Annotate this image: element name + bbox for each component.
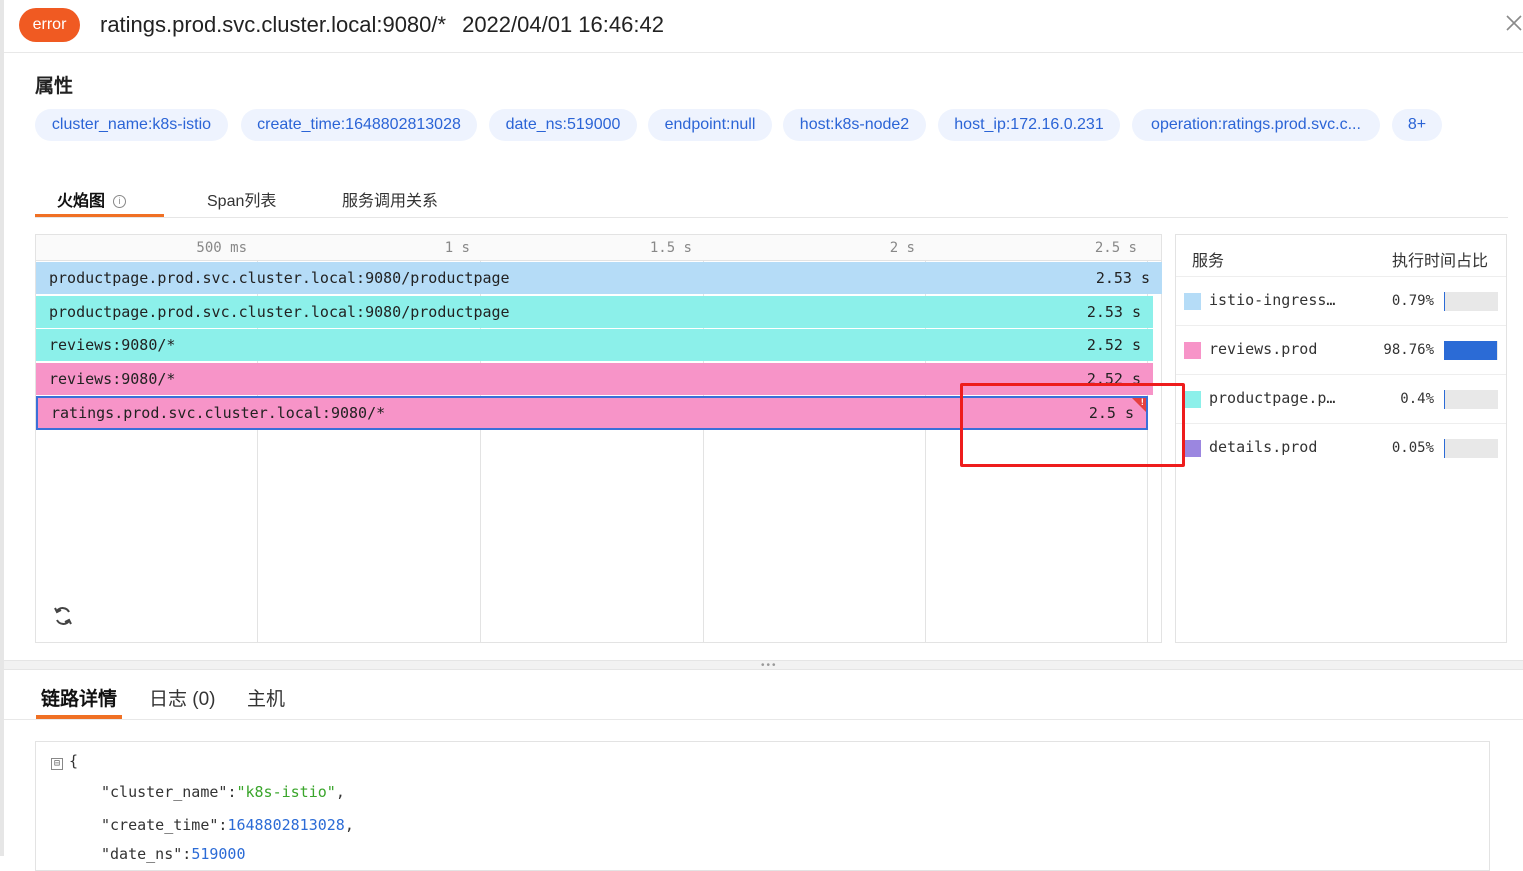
service-color-swatch [1184,342,1201,359]
attribute-tag[interactable]: operation:ratings.prod.svc.c... [1132,109,1380,141]
ratio-bar-fill [1444,439,1445,458]
service-percent: 0.05% [1391,440,1434,456]
span-duration: 2.53 s [1095,269,1150,287]
refresh-icon[interactable] [52,605,74,627]
span-label: productpage.prod.svc.cluster.local:9080/… [49,303,510,321]
json-comma: , [344,816,354,834]
attribute-tag[interactable]: date_ns:519000 [489,109,637,141]
trace-time: 2022/04/01 16:46:42 [462,12,664,37]
tick-label: 2 s [889,240,915,256]
service-name: productpage.p… [1209,389,1336,407]
trace-operation: ratings.prod.svc.cluster.local:9080/* [100,12,447,37]
resize-splitter[interactable]: ••• [4,660,1523,671]
attributes-label: 属性 [35,76,74,97]
page-title: ratings.prod.svc.cluster.local:9080/* 202… [100,12,664,38]
tab-trace-detail[interactable]: 链路详情 [41,684,117,711]
json-comma: , [335,783,345,801]
service-color-swatch [1184,440,1201,457]
service-name: reviews.prod [1209,340,1318,358]
highlight-annotation-box [960,383,1185,467]
attribute-tag[interactable]: host:k8s-node2 [783,109,926,141]
tab-service-relation[interactable]: 服务调用关系 [342,187,438,211]
info-icon[interactable]: i [113,195,127,208]
json-root: ⊟{ [51,752,78,770]
ratio-bar [1444,341,1498,360]
json-line: "cluster_name":"k8s-istio", [101,783,345,801]
drag-handle-icon[interactable]: ••• [761,661,778,671]
close-icon[interactable] [1504,13,1523,35]
collapse-icon[interactable]: ⊟ [51,758,63,770]
more-tags-button[interactable]: 8+ [1392,109,1442,141]
service-percent: 0.79% [1391,293,1434,309]
span-label: reviews:9080/* [49,370,176,388]
tab-span-list[interactable]: Span列表 [207,187,276,211]
service-row[interactable]: reviews.prod 98.76% [1176,326,1506,375]
span-duration: 2.52 s [1086,336,1141,354]
column-ratio: 执行时间占比 [1392,253,1489,270]
json-viewer: ⊟{ "cluster_name":"k8s-istio", "create_t… [35,741,1490,871]
span-label: productpage.prod.svc.cluster.local:9080/… [49,269,510,287]
service-percent: 98.76% [1383,342,1434,358]
view-tabs: 火焰图 i Span列表 服务调用关系 [35,180,1508,218]
ratio-bar [1444,292,1498,311]
span-bar[interactable]: productpage.prod.svc.cluster.local:9080/… [36,262,1162,294]
json-value: 519000 [191,845,246,863]
json-value: "k8s-istio" [236,783,336,801]
attribute-tag[interactable]: endpoint:null [648,109,772,141]
ratio-bar-fill [1444,341,1497,360]
span-label: ratings.prod.svc.cluster.local:9080/* [51,404,386,422]
detail-tabs: 链路详情 日志 (0) 主机 [4,670,1523,720]
json-line: "create_time":1648802813028, [101,816,354,834]
tick-label: 2.5 s [1094,240,1137,256]
service-name: istio-ingress… [1209,291,1336,309]
service-color-swatch [1184,293,1201,310]
ratio-bar-fill [1444,292,1445,311]
tick-label: 1 s [444,240,470,256]
json-value: 1648802813028 [227,816,345,834]
time-ruler: 500 ms 1 s 1.5 s 2 s 2.5 s [36,235,1161,261]
active-tab-indicator [35,214,164,217]
service-row[interactable]: productpage.p… 0.4% [1176,375,1506,424]
service-name: details.prod [1209,438,1318,456]
service-percent: 0.4% [1400,391,1434,407]
attribute-tag[interactable]: host_ip:172.16.0.231 [938,109,1120,141]
ratio-bar [1444,390,1498,409]
tab-host[interactable]: 主机 [247,684,285,711]
tab-logs[interactable]: 日志 (0) [149,684,216,711]
span-duration: 2.53 s [1086,303,1141,321]
json-key: "create_time" [101,816,219,834]
active-tab-indicator [36,715,122,719]
service-row[interactable]: details.prod 0.05% [1176,424,1506,473]
json-key: "date_ns" [101,845,183,863]
tick-label: 500 ms [196,240,247,256]
attribute-tag[interactable]: cluster_name:k8s-istio [35,109,228,141]
drawer-header: error ratings.prod.svc.cluster.local:908… [4,0,1523,53]
ratio-bar-fill [1444,390,1445,409]
attribute-tag[interactable]: create_time:1648802813028 [241,109,477,141]
span-label: reviews:9080/* [49,336,176,354]
json-sep: : [182,845,192,863]
service-table-header: 服务 执行时间占比 [1176,235,1506,277]
column-service: 服务 [1192,253,1225,270]
json-key: "cluster_name" [101,783,228,801]
service-color-swatch [1184,391,1201,408]
service-row[interactable]: istio-ingress… 0.79% [1176,277,1506,326]
tab-flame-graph-label: 火焰图 [57,193,106,210]
json-open-brace: { [69,752,79,770]
tab-flame-graph[interactable]: 火焰图 i [57,187,127,211]
service-ratio-panel: 服务 执行时间占比 istio-ingress… 0.79% reviews.p… [1175,234,1507,643]
ratio-bar [1444,439,1498,458]
left-edge [0,0,4,856]
status-badge: error [19,8,80,42]
tick-label: 1.5 s [649,240,692,256]
span-bar[interactable]: productpage.prod.svc.cluster.local:9080/… [36,296,1153,328]
json-line: "date_ns":519000 [101,845,246,863]
span-bar[interactable]: reviews:9080/* 2.52 s [36,329,1153,361]
